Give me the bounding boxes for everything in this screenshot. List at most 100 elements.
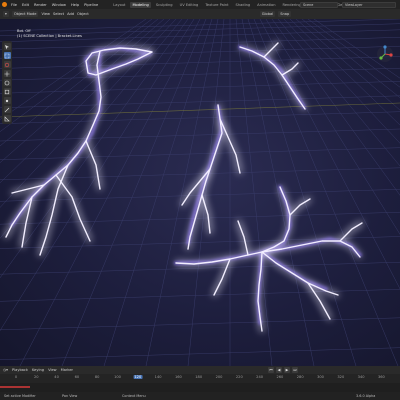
version-label: 3.6.0 Alpha [356,394,376,398]
playback-controls: ⏮ ◀ ▶ ⏭ [268,367,298,373]
grid-line [0,111,400,124]
navigation-gizmo[interactable] [376,45,394,63]
tool-move[interactable] [3,70,11,77]
grid-line [0,19,159,147]
frame-tick-label: 200 [215,375,223,379]
jump-start-button[interactable]: ⏮ [268,367,274,373]
tab-uv-editing[interactable]: UV Editing [178,2,201,8]
frame-tick-label: 60 [74,375,80,379]
grid-line [0,45,400,59]
frame-tick-label: 220 [235,375,243,379]
tab-modeling[interactable]: Modeling [130,1,151,8]
frame-tick-label: 20 [34,375,39,379]
play-reverse-button[interactable]: ◀ [276,367,282,373]
x-axis-icon[interactable] [389,53,393,57]
tool-measure[interactable] [3,115,11,122]
menu-view[interactable]: View [41,12,50,16]
frame-tick-label: 0 [14,375,18,379]
scene-selector[interactable]: Scene [300,1,338,8]
timeline-editor-type[interactable]: ◷▾ [3,368,8,372]
frame-tick-label: 80 [94,375,100,379]
scale-icon [4,89,10,94]
tab-animation[interactable]: Animation [255,2,277,8]
mode-dropdown[interactable]: Object Mode [11,11,39,17]
blender-logo-icon[interactable] [2,2,7,7]
transform-orientation-dropdown[interactable]: Global [259,11,276,17]
tab-sculpting[interactable]: Sculpting [154,2,175,8]
view-layer-selector[interactable]: ViewLayer [342,1,396,8]
timeline-menu-marker[interactable]: Marker [61,368,73,372]
view-layer-name: ViewLayer [345,2,363,7]
status-hint-left: Set active Modifier [4,394,36,398]
frame-tick-label: 40 [54,375,59,379]
timeline-track[interactable] [0,383,400,392]
viewport-header: ▾ Object Mode View Select Add Object Glo… [0,9,400,19]
grid-line [0,211,400,225]
grid-line [0,289,400,302]
frame-tick-label: 260 [276,375,284,379]
tab-texture-paint[interactable]: Texture Paint [203,2,230,8]
frame-range-marker [0,386,30,388]
viewport-info-line2: (1) SCENE Collection | Bracket.Lines [17,34,82,38]
annotate-icon [4,107,10,112]
timeline-menu-playback[interactable]: Playback [12,368,28,372]
menu-render[interactable]: Render [33,3,48,7]
tool-cursor[interactable] [3,61,11,68]
menu-select[interactable]: Select [53,12,64,16]
grid-line [0,19,189,279]
grid-line [103,19,213,366]
measure-icon [4,115,10,121]
frame-tick-label: 340 [357,375,365,379]
grid-line [0,317,400,331]
menu-window[interactable]: Window [51,3,67,7]
timeline-menu-view[interactable]: View [48,368,57,372]
menu-file[interactable]: File [10,3,18,7]
current-frame-indicator[interactable]: 120 [133,374,143,379]
tool-select-box[interactable] [3,52,11,59]
tool-rotate[interactable] [3,79,11,86]
tool-tweak[interactable] [3,43,11,50]
tool-annotate[interactable] [3,106,11,113]
menu-edit[interactable]: Edit [21,3,30,7]
frame-tick-label: 360 [377,375,385,379]
editor-type-button[interactable]: ▾ [3,11,9,17]
menu-help[interactable]: Help [70,3,80,7]
grid-line [0,19,147,120]
menu-add[interactable]: Add [67,12,74,16]
grid-line [0,19,171,184]
viewport-canvas [0,19,400,366]
menu-pipeline[interactable]: Pipeline [83,3,99,7]
grid-line [307,19,400,88]
frame-tick-label: 320 [337,375,345,379]
top-menu-bar: File Edit Render Window Help Pipeline La… [0,0,400,9]
tool-scale[interactable] [3,88,11,95]
grid-line [0,147,400,160]
grid-line [0,19,153,133]
grid-line [0,128,400,142]
3d-viewport[interactable]: Bot. Off (1) SCENE Collection | Bracket.… [0,19,400,366]
tab-layout[interactable]: Layout [111,2,127,8]
rotate-icon [4,80,10,85]
jump-end-button[interactable]: ⏭ [292,367,298,373]
timeline-menu-keying[interactable]: Keying [32,368,44,372]
tool-shelf [2,41,12,124]
frame-tick-label: 240 [256,375,264,379]
status-bar: Set active Modifier Pan View Context Men… [0,392,400,400]
tab-shading[interactable]: Shading [234,2,253,8]
play-button[interactable]: ▶ [284,367,290,373]
frame-tick-label: 100 [114,375,121,379]
frame-tick-label: 140 [154,375,162,379]
move-icon [4,71,10,76]
lightning-bolts [5,42,363,332]
frame-tick-label: 300 [317,375,324,379]
menu-object[interactable]: Object [77,12,89,16]
snap-toggle[interactable]: Snap [278,11,292,17]
y-axis-icon[interactable] [379,56,383,60]
grid-line [0,19,400,32]
z-axis-icon[interactable] [383,45,387,49]
tool-transform[interactable] [3,97,11,104]
cursor-icon [5,44,9,49]
frame-tick-label: 160 [174,375,182,379]
timeline-header: ◷▾ Playback Keying View Marker [0,366,400,374]
grid-line [235,19,273,366]
